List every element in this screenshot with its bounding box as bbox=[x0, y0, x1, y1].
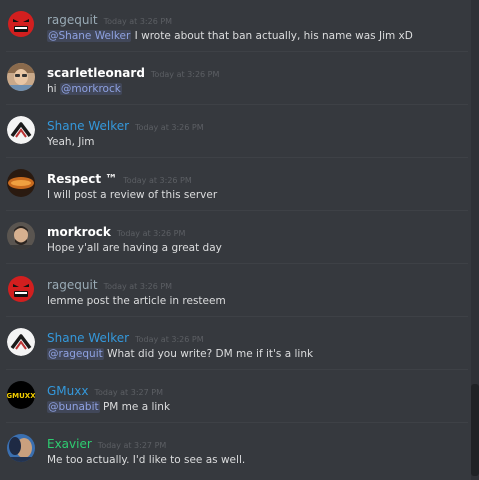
message-content: I will post a review of this server bbox=[47, 189, 218, 201]
avatar[interactable]: GMUXX bbox=[7, 381, 35, 409]
timestamp: Today at 3:27 PM bbox=[94, 388, 163, 397]
message: morkrock Today at 3:26 PM Hope y'all are … bbox=[0, 212, 468, 264]
message-divider bbox=[6, 210, 468, 211]
message-text: Me too actually. I'd like to see as well… bbox=[47, 453, 245, 467]
message-text: @Shane Welker I wrote about that ban act… bbox=[47, 29, 413, 43]
message-content: Yeah, Jim bbox=[47, 136, 95, 148]
timestamp: Today at 3:26 PM bbox=[150, 70, 220, 79]
timestamp: Today at 3:26 PM bbox=[116, 229, 186, 238]
username[interactable]: Shane Welker bbox=[47, 119, 129, 133]
timestamp: Today at 3:26 PM bbox=[123, 176, 192, 185]
message-text: @bunabit PM me a link bbox=[47, 400, 170, 414]
scrollbar-track[interactable] bbox=[471, 0, 479, 480]
avatar[interactable] bbox=[7, 275, 35, 303]
message-content: Me too actually. I'd like to see as well… bbox=[47, 454, 246, 466]
message-divider bbox=[6, 369, 468, 370]
message: ragequit Today at 3:26 PM lemme post the … bbox=[0, 265, 468, 317]
message: Shane Welker Today at 3:26 PM Yeah, Jim bbox=[0, 106, 468, 158]
red-angry-face-icon bbox=[7, 10, 35, 38]
message-divider bbox=[6, 422, 468, 423]
message: Exavier Today at 3:27 PM Me too actually.… bbox=[0, 424, 468, 480]
timestamp: Today at 3:26 PM bbox=[103, 17, 173, 26]
mention[interactable]: @ragequit bbox=[47, 348, 104, 360]
avatar[interactable] bbox=[7, 10, 35, 38]
username[interactable]: GMuxx bbox=[47, 384, 88, 398]
red-angry-face-icon bbox=[7, 275, 35, 303]
message-divider bbox=[6, 263, 468, 264]
message-text: Hope y'all are having a great day bbox=[47, 241, 222, 255]
username[interactable]: Respect ™ bbox=[47, 172, 117, 186]
message-text: Yeah, Jim bbox=[47, 135, 95, 149]
mention[interactable]: @bunabit bbox=[47, 401, 100, 413]
message-content: hi bbox=[47, 83, 60, 95]
timestamp: Today at 3:26 PM bbox=[135, 335, 204, 344]
username[interactable]: Exavier bbox=[47, 437, 92, 451]
avatar[interactable] bbox=[7, 63, 35, 91]
message-text: I will post a review of this server bbox=[47, 188, 217, 202]
message-content: lemme post the article in resteem bbox=[47, 295, 226, 307]
respect-logo-icon bbox=[7, 169, 35, 197]
message-divider bbox=[6, 104, 468, 105]
username[interactable]: morkrock bbox=[47, 225, 111, 239]
username[interactable]: Shane Welker bbox=[47, 331, 129, 345]
avatar[interactable] bbox=[7, 328, 35, 356]
message: ragequit Today at 3:26 PM @Shane Welker I… bbox=[0, 0, 468, 52]
timestamp: Today at 3:27 PM bbox=[97, 441, 167, 450]
message-text: hi @morkrock bbox=[47, 82, 122, 96]
message: GMUXX GMuxx Today at 3:27 PM @bunabit PM … bbox=[0, 371, 468, 423]
avatar[interactable] bbox=[7, 116, 35, 144]
avatar[interactable] bbox=[7, 434, 35, 462]
message: scarletleonard Today at 3:26 PM hi @morkr… bbox=[0, 53, 468, 105]
gmuxx-logo-icon: GMUXX bbox=[7, 381, 35, 409]
user-photo-icon bbox=[7, 434, 35, 462]
user-photo-icon bbox=[7, 222, 35, 250]
message-content: Hope y'all are having a great day bbox=[47, 242, 222, 254]
message-text: lemme post the article in resteem bbox=[47, 294, 226, 308]
ball-mark-icon bbox=[7, 116, 35, 144]
username[interactable]: ragequit bbox=[47, 13, 98, 27]
message: Shane Welker Today at 3:26 PM @ragequit W… bbox=[0, 318, 468, 370]
message-divider bbox=[6, 316, 468, 317]
scrollbar-thumb[interactable] bbox=[471, 384, 479, 476]
username[interactable]: ragequit bbox=[47, 278, 98, 292]
message: Respect ™ Today at 3:26 PM I will post a … bbox=[0, 159, 468, 211]
message-divider bbox=[6, 157, 468, 158]
timestamp: Today at 3:26 PM bbox=[135, 123, 204, 132]
message-content: I wrote about that ban actually, his nam… bbox=[131, 30, 413, 42]
message-divider bbox=[6, 51, 468, 52]
ball-mark-icon bbox=[7, 328, 35, 356]
chat-messages: ragequit Today at 3:26 PM @Shane Welker I… bbox=[0, 0, 479, 480]
gmuxx-logo-text: GMUXX bbox=[7, 392, 35, 400]
message-content: What did you write? DM me if it's a link bbox=[103, 348, 314, 360]
timestamp: Today at 3:26 PM bbox=[103, 282, 173, 291]
mention[interactable]: @morkrock bbox=[59, 83, 122, 95]
avatar[interactable] bbox=[7, 222, 35, 250]
message-text: @ragequit What did you write? DM me if i… bbox=[47, 347, 313, 361]
mention[interactable]: @Shane Welker bbox=[47, 30, 132, 42]
avatar[interactable] bbox=[7, 169, 35, 197]
username[interactable]: scarletleonard bbox=[47, 66, 145, 80]
user-photo-icon bbox=[7, 63, 35, 91]
message-content: PM me a link bbox=[99, 401, 171, 413]
